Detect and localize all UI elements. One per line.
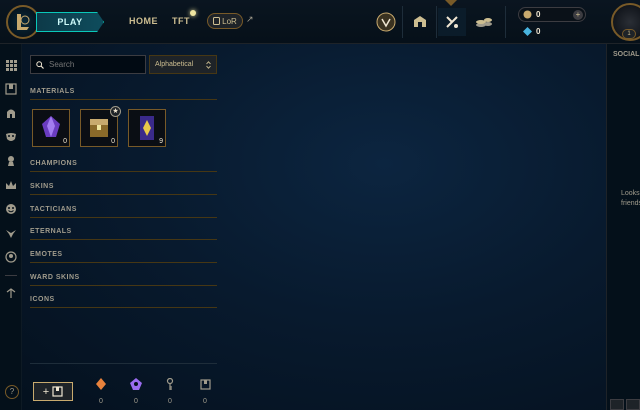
- client-window: PLAY HOME TFT LoR ↗ 0 + 0 1 ? Search Alp…: [0, 0, 640, 410]
- add-button[interactable]: +: [33, 382, 73, 401]
- lor-button[interactable]: LoR: [207, 13, 243, 29]
- material-count: 9: [159, 138, 163, 145]
- orange-essence-icon: [96, 378, 106, 390]
- sort-value: Alphabetical: [155, 61, 194, 68]
- crown-icon[interactable]: [4, 178, 18, 192]
- chest-icon: [199, 379, 211, 390]
- play-button[interactable]: PLAY: [36, 12, 104, 32]
- nav-home[interactable]: HOME: [129, 16, 158, 26]
- nav-tft[interactable]: TFT: [172, 16, 190, 26]
- external-link-icon: ↗: [246, 14, 254, 24]
- rp-row: 0: [523, 24, 540, 38]
- social-panel: SOCIAL Looks friends: [606, 44, 640, 410]
- lor-label: LoR: [222, 16, 237, 26]
- section-eternals[interactable]: ETERNALS: [30, 228, 217, 240]
- rail-divider: [5, 275, 17, 276]
- emote-icon[interactable]: [4, 202, 18, 216]
- material-tile[interactable]: 9: [128, 109, 166, 147]
- material-count: 0: [111, 138, 115, 145]
- section-tacticians[interactable]: TACTICIANS: [30, 206, 217, 218]
- honor-icon[interactable]: [372, 8, 400, 36]
- section-materials[interactable]: MATERIALS: [30, 88, 217, 100]
- league-logo-icon[interactable]: [6, 5, 40, 39]
- back-arrow-icon[interactable]: [4, 286, 18, 300]
- rp-icon: [523, 26, 532, 36]
- tft-notification-dot: [190, 10, 196, 16]
- store-icon[interactable]: [406, 8, 434, 36]
- section-champions[interactable]: CHAMPIONS: [30, 160, 217, 172]
- blue-essence: 0: [127, 377, 145, 407]
- champion-helmet-icon[interactable]: [4, 106, 18, 120]
- collection-panel: Alphabetical MATERIALS 0 ★ 0 9 CHAMPIONS…: [22, 44, 222, 410]
- tactician-icon[interactable]: [4, 154, 18, 168]
- mask-icon[interactable]: [4, 130, 18, 144]
- essence-count: 0: [168, 398, 172, 405]
- be-row: 0: [523, 7, 540, 21]
- social-title: SOCIAL: [613, 51, 640, 58]
- section-ward-skins[interactable]: WARD SKINS: [30, 274, 217, 286]
- orange-essence: 0: [92, 377, 110, 407]
- section-icons[interactable]: ICONS: [30, 296, 217, 308]
- search-field[interactable]: [30, 55, 146, 74]
- level-badge: 1: [622, 29, 636, 39]
- add-label: +: [42, 385, 50, 398]
- material-star-badge: ★: [110, 106, 121, 117]
- social-message-line: Looks: [621, 190, 640, 197]
- sort-arrows-icon: [206, 60, 211, 69]
- section-skins[interactable]: SKINS: [30, 183, 217, 195]
- help-icon[interactable]: ?: [5, 385, 19, 399]
- loot-icon[interactable]: [438, 8, 466, 36]
- social-message: Looks friends: [621, 189, 640, 209]
- sort-dropdown[interactable]: Alphabetical: [149, 55, 217, 74]
- be-value: 0: [536, 9, 541, 19]
- chat-button[interactable]: [610, 399, 624, 410]
- chest: 0: [196, 377, 214, 407]
- essence-count: 0: [99, 398, 103, 405]
- material-tile[interactable]: 0: [32, 109, 70, 147]
- blue-essence-coin-icon: [523, 10, 532, 18]
- top-divider: [402, 6, 403, 38]
- grid-icon[interactable]: [4, 58, 18, 72]
- top-nav-bar: PLAY HOME TFT LoR ↗ 0 + 0 1: [0, 0, 640, 44]
- collection-left-rail: ?: [0, 44, 22, 410]
- key: 0: [161, 377, 179, 407]
- chest-icon[interactable]: [4, 82, 18, 96]
- lor-icon: [213, 17, 221, 25]
- footer-divider: [30, 363, 217, 364]
- chest-icon: [52, 386, 63, 397]
- add-currency-button[interactable]: +: [573, 10, 583, 20]
- ward-icon[interactable]: [4, 226, 18, 240]
- currency-display: 0 + 0: [518, 7, 586, 39]
- essence-count: 0: [203, 398, 207, 405]
- key-icon: [166, 377, 174, 390]
- search-input[interactable]: [49, 60, 139, 69]
- blue-essence-icon: [130, 378, 142, 390]
- essence-count: 0: [134, 398, 138, 405]
- profile-icon-icon[interactable]: [4, 250, 18, 264]
- currency-store-icon[interactable]: [470, 8, 498, 36]
- material-tile[interactable]: ★ 0: [80, 106, 121, 147]
- material-count: 0: [63, 138, 67, 145]
- search-icon: [36, 60, 44, 69]
- active-tab-caret: [445, 0, 457, 6]
- section-emotes[interactable]: EMOTES: [30, 251, 217, 263]
- top-divider: [436, 6, 437, 38]
- rp-value: 0: [536, 26, 541, 36]
- social-message-line: friends: [621, 200, 640, 207]
- options-button[interactable]: [626, 399, 640, 410]
- top-divider: [505, 6, 506, 38]
- play-label: PLAY: [57, 17, 83, 27]
